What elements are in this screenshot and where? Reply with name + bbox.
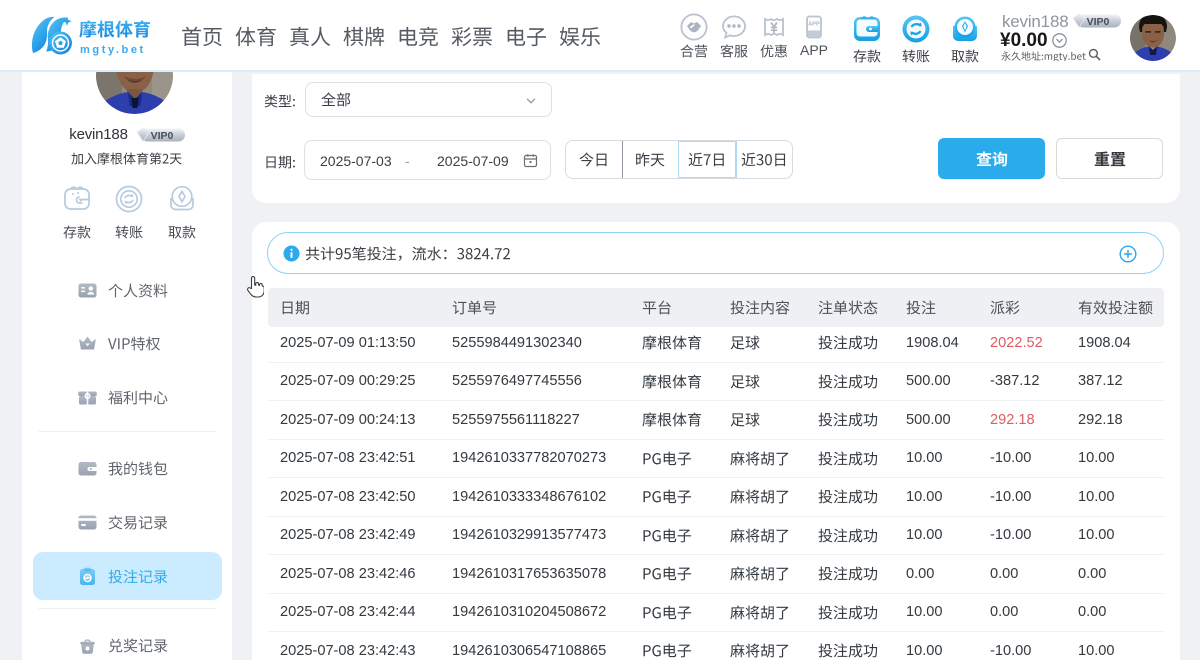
svg-text:APP: APP: [808, 22, 820, 28]
svg-text:VIP0: VIP0: [1087, 16, 1110, 28]
svg-text:VIP0: VIP0: [150, 130, 173, 142]
